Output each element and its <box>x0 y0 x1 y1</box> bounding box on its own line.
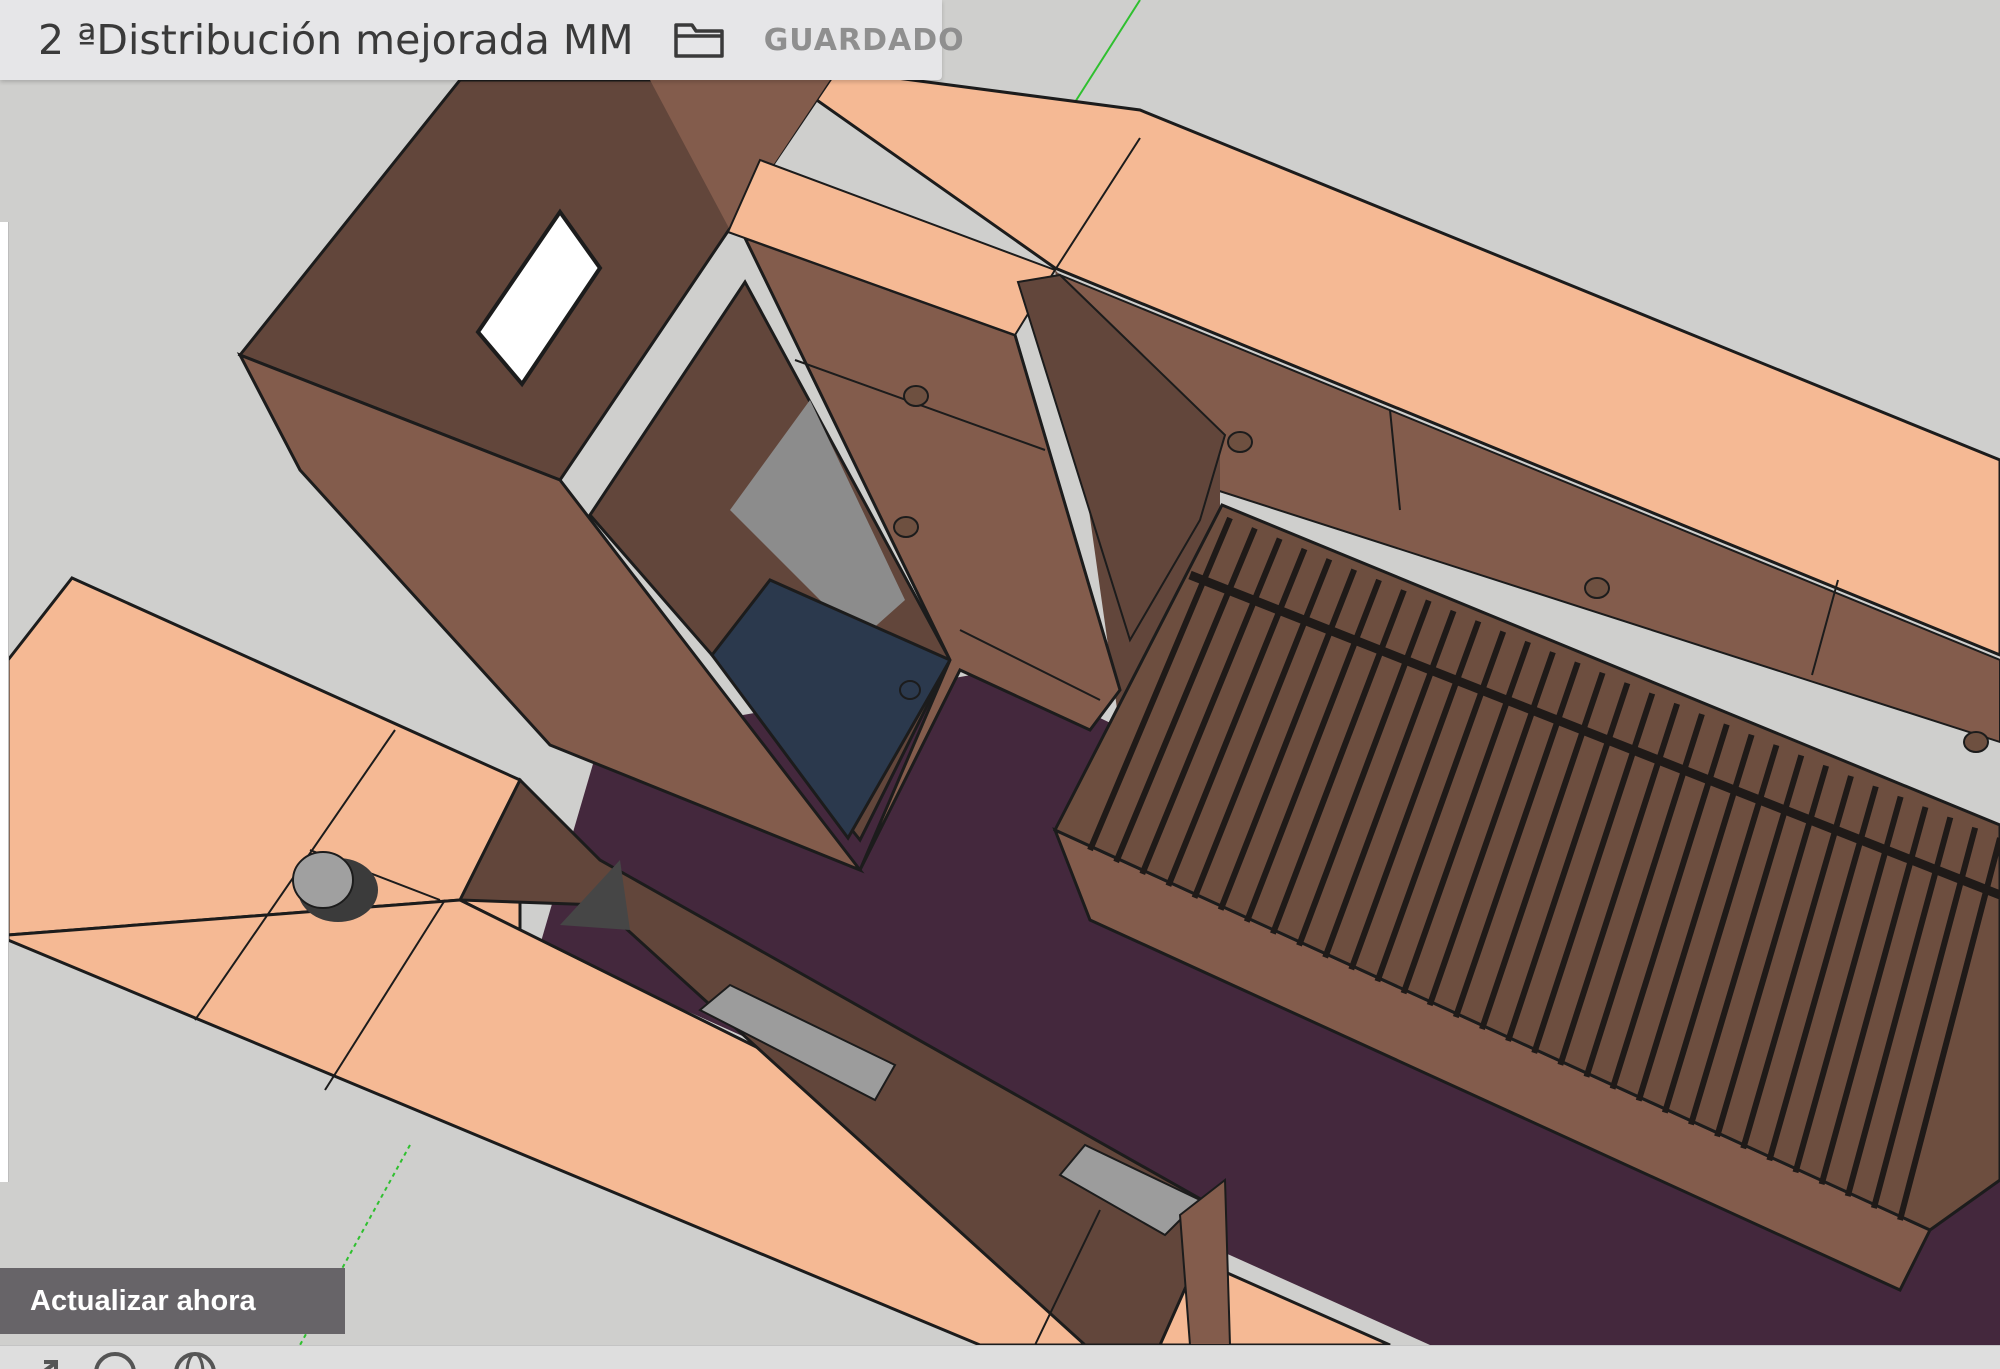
3d-model-viewport[interactable] <box>0 0 2000 1345</box>
wardrobe-knob <box>903 385 929 407</box>
save-status: GUARDADO <box>763 22 965 58</box>
3d-model-canvas[interactable] <box>0 0 2000 1345</box>
circle-question-icon[interactable] <box>92 1350 138 1369</box>
shower-drain <box>899 680 921 700</box>
globe-icon[interactable] <box>172 1350 218 1369</box>
wardrobe-knob <box>893 516 919 538</box>
status-bar <box>0 1345 2000 1369</box>
tank-cap <box>292 851 354 909</box>
title-bar: 2 ªDistribución mejorada MM GUARDADO <box>0 0 964 80</box>
left-panel-edge <box>0 222 9 1182</box>
cabinet-knob <box>1584 577 1610 599</box>
arrow-icon[interactable] <box>24 1350 70 1369</box>
cabinet-knob <box>1227 431 1253 453</box>
folder-icon[interactable] <box>673 18 724 62</box>
document-title[interactable]: 2 ªDistribución mejorada MM <box>38 16 634 64</box>
update-now-button[interactable]: Actualizar ahora <box>0 1268 345 1334</box>
cabinet-knob <box>1963 731 1989 753</box>
